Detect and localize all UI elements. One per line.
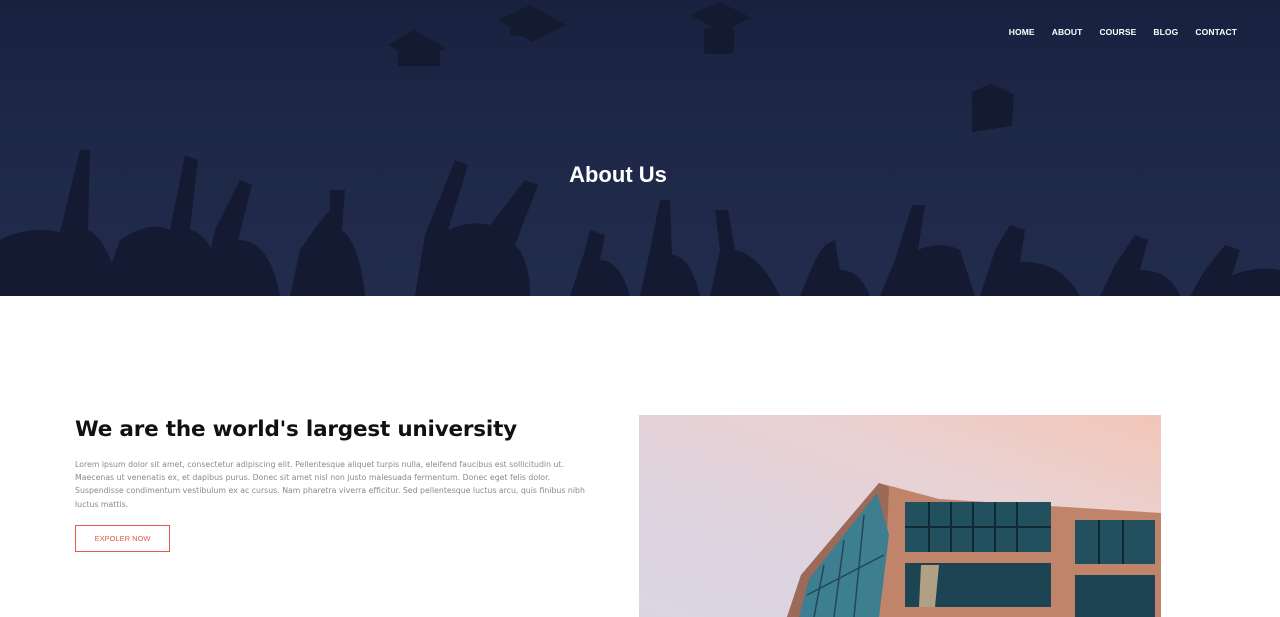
main-nav: HOME ABOUT COURSE BLOG CONTACT [992,27,1237,37]
about-heading: We are the world's largest university [75,417,517,442]
nav-contact[interactable]: CONTACT [1195,27,1237,37]
nav-blog[interactable]: BLOG [1153,27,1178,37]
about-description: Lorem ipsum dolor sit amet, consectetur … [75,460,585,509]
explore-now-button[interactable]: EXPOLER NOW [75,525,170,552]
nav-home[interactable]: HOME [1009,27,1035,37]
page-title: About Us [569,162,667,187]
hero-overlay [0,0,1280,296]
hero-banner: HOME ABOUT COURSE BLOG CONTACT About Us [0,0,1280,296]
nav-course[interactable]: COURSE [1099,27,1136,37]
building-illustration [787,483,1161,617]
nav-about[interactable]: ABOUT [1052,27,1083,37]
building-image [639,415,1161,617]
